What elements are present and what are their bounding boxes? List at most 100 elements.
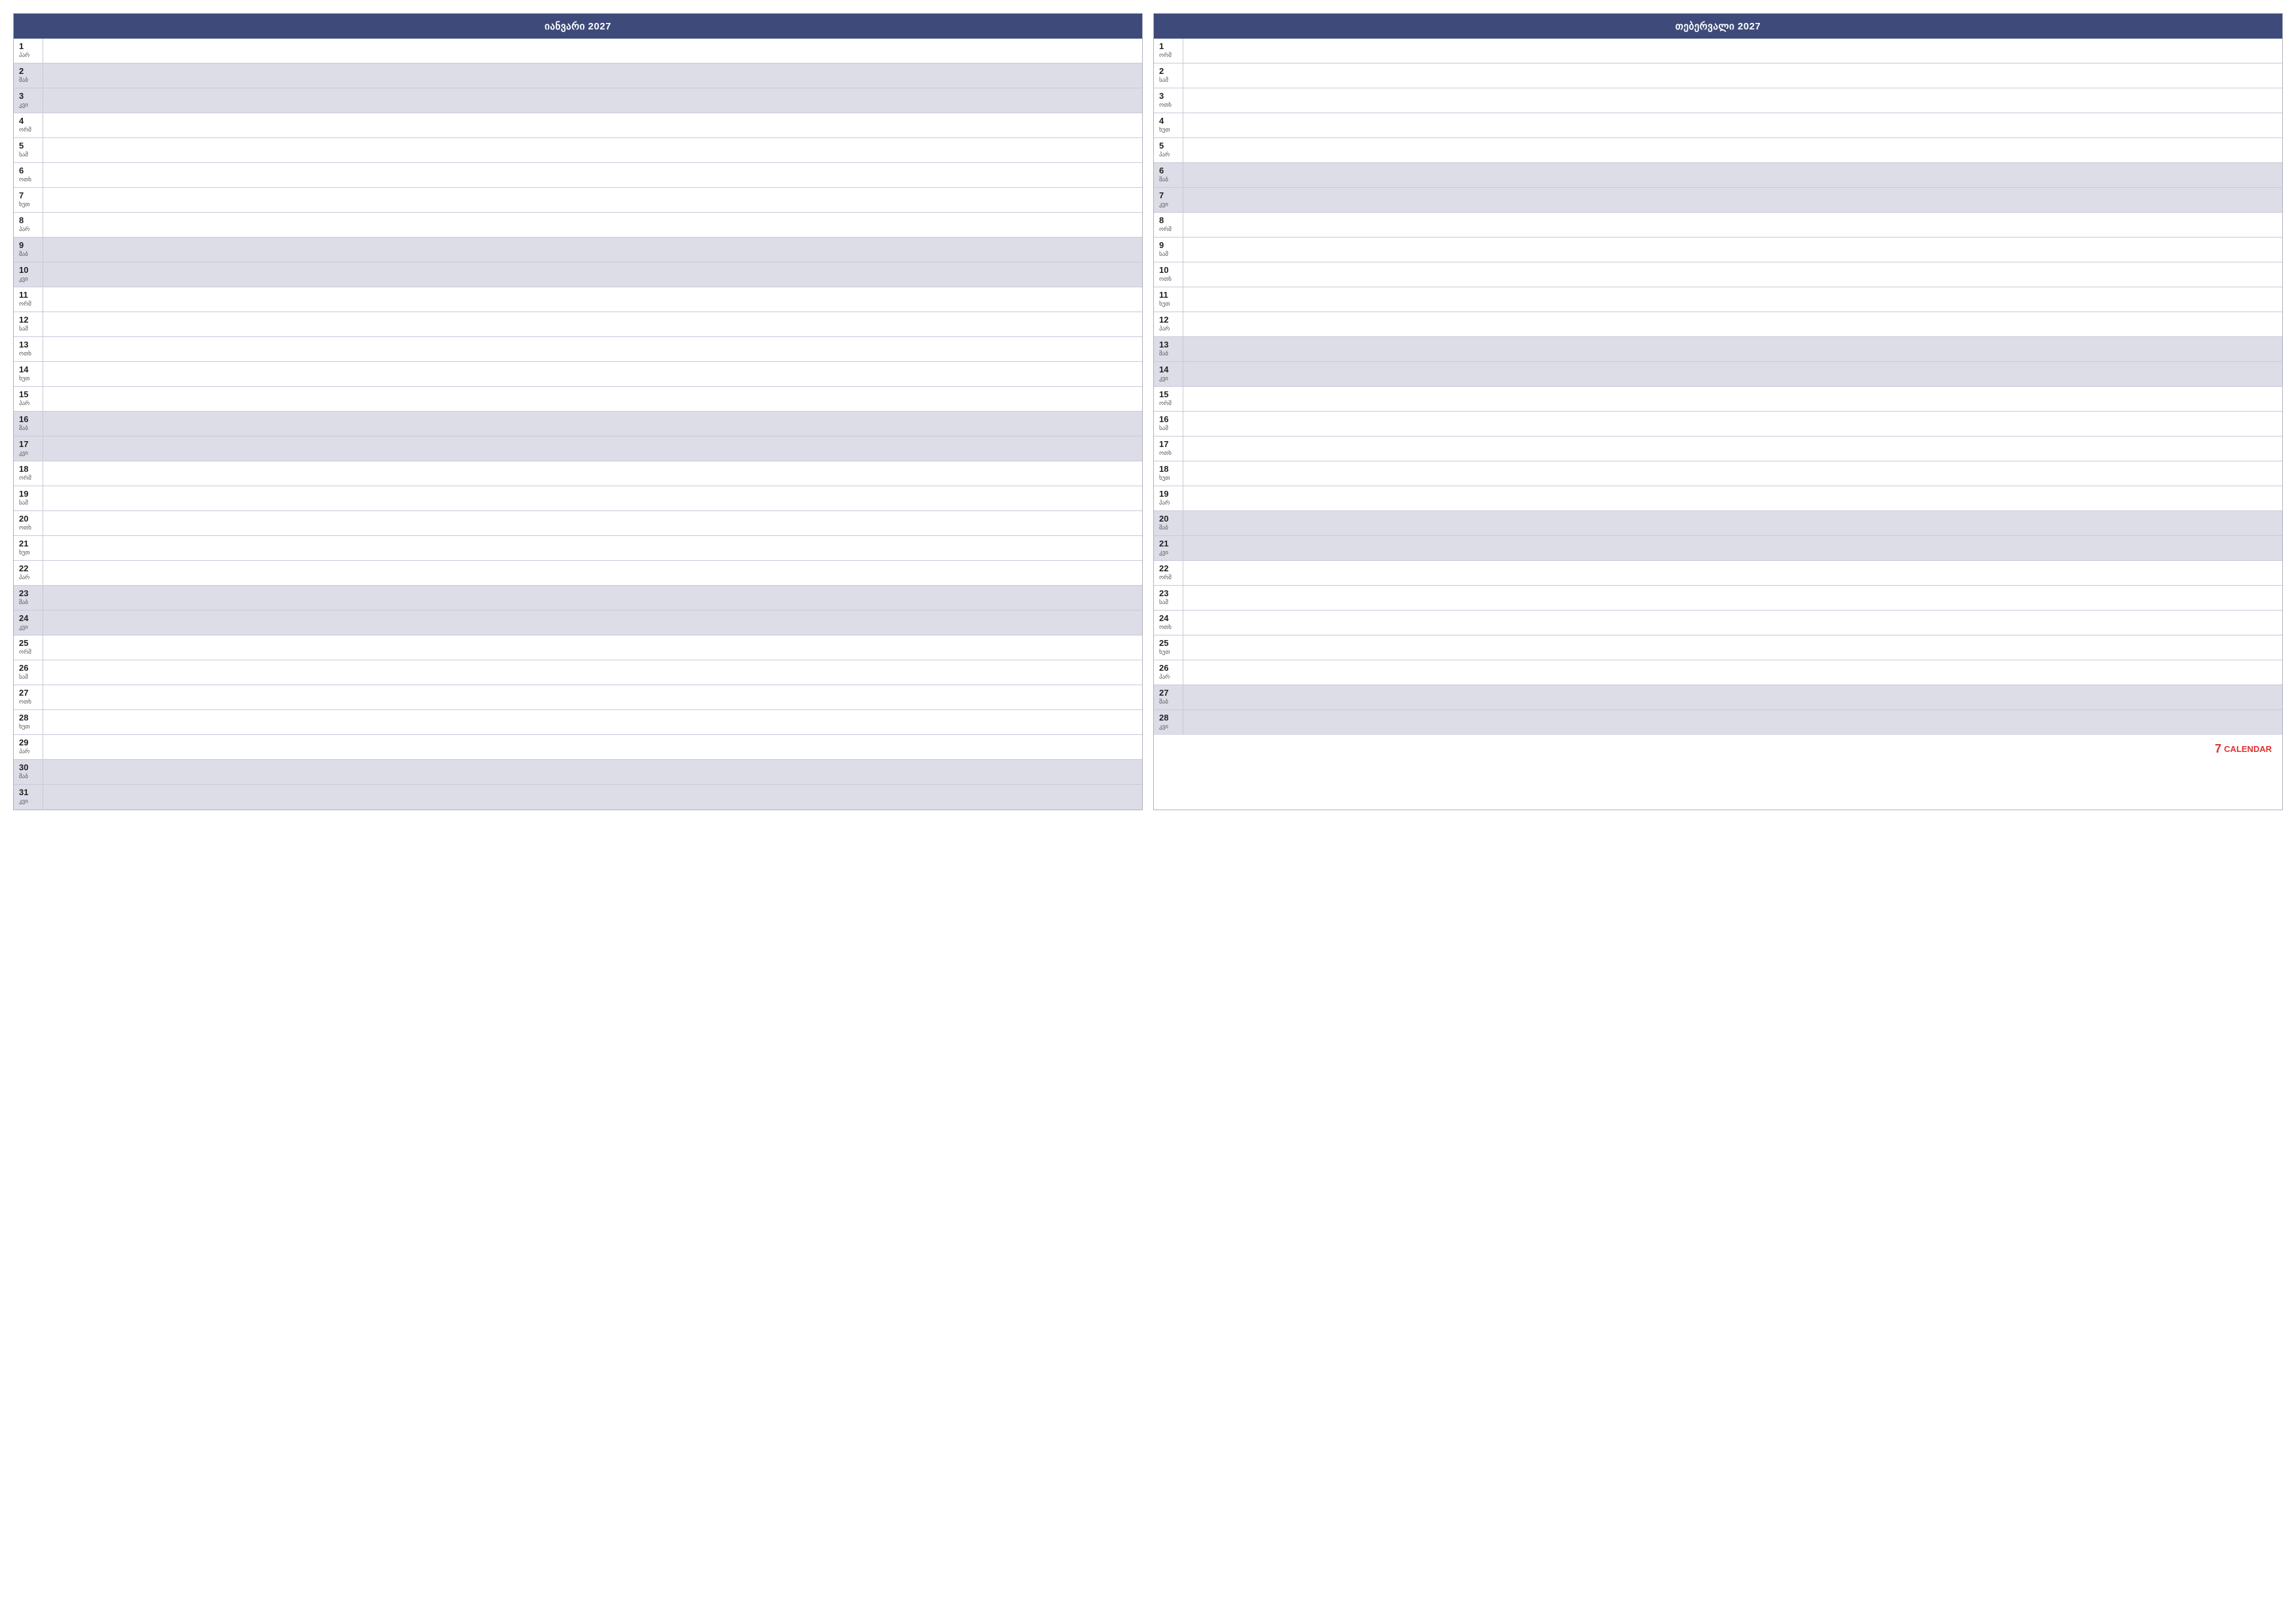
day-name: ხუთ	[1159, 300, 1179, 308]
day-name: ორშ	[19, 126, 39, 134]
day-content	[43, 660, 1142, 685]
day-name: ოთხ	[19, 524, 39, 531]
day-number: 10	[19, 265, 39, 276]
day-number-col: 3 ოთხ	[1154, 88, 1183, 113]
day-content	[1183, 412, 2282, 436]
day-number-col: 21 კვი	[1154, 536, 1183, 560]
day-row: 17 ოთხ	[1154, 437, 2282, 461]
day-name: სამ	[1159, 77, 1179, 84]
january-header: იანვარი 2027	[14, 14, 1142, 39]
day-name: სამ	[19, 151, 39, 158]
day-number: 31	[19, 787, 39, 798]
day-content	[43, 486, 1142, 510]
day-number: 15	[19, 389, 39, 400]
day-content	[43, 710, 1142, 734]
day-number: 7	[19, 190, 39, 201]
day-number-col: 9 შაბ	[14, 238, 43, 262]
day-row: 26 პარ	[1154, 660, 2282, 685]
day-name: პარ	[1159, 151, 1179, 158]
day-row: 8 პარ	[14, 213, 1142, 238]
day-content	[1183, 163, 2282, 187]
day-number: 27	[19, 688, 39, 698]
day-number-col: 2 სამ	[1154, 63, 1183, 88]
day-number: 4	[1159, 116, 1179, 126]
day-content	[43, 437, 1142, 461]
day-row: 28 კვი	[1154, 710, 2282, 735]
day-number-col: 21 ხუთ	[14, 536, 43, 560]
day-number: 22	[19, 563, 39, 574]
day-number: 19	[1159, 489, 1179, 499]
day-row: 14 კვი	[1154, 362, 2282, 387]
day-number: 14	[1159, 365, 1179, 375]
day-content	[1183, 88, 2282, 113]
day-row: 9 სამ	[1154, 238, 2282, 262]
day-name: ოთხ	[19, 350, 39, 357]
day-row: 15 ორშ	[1154, 387, 2282, 412]
day-row: 19 სამ	[14, 486, 1142, 511]
day-number-col: 10 კვი	[14, 262, 43, 287]
day-number: 12	[1159, 315, 1179, 325]
day-number-col: 25 ორშ	[14, 635, 43, 660]
day-content	[1183, 561, 2282, 585]
day-content	[43, 511, 1142, 535]
day-name: ოთხ	[1159, 624, 1179, 631]
day-content	[43, 163, 1142, 187]
day-row: 16 სამ	[1154, 412, 2282, 437]
day-row: 2 შაბ	[14, 63, 1142, 88]
day-number-col: 23 სამ	[1154, 586, 1183, 610]
day-number-col: 5 პარ	[1154, 138, 1183, 162]
day-name: პარ	[19, 748, 39, 755]
day-content	[43, 685, 1142, 709]
day-name: პარ	[19, 226, 39, 233]
day-name: ოთხ	[1159, 450, 1179, 457]
day-number: 21	[1159, 539, 1179, 549]
day-name: ორშ	[1159, 52, 1179, 59]
day-name: შაბ	[19, 773, 39, 780]
day-number: 11	[1159, 290, 1179, 300]
day-number: 20	[19, 514, 39, 524]
day-number-col: 27 შაბ	[1154, 685, 1183, 709]
day-number: 2	[1159, 66, 1179, 77]
day-row: 4 ორშ	[14, 113, 1142, 138]
day-number: 26	[1159, 663, 1179, 673]
day-row: 10 კვი	[14, 262, 1142, 287]
day-name: ხუთ	[19, 723, 39, 730]
day-number: 13	[1159, 340, 1179, 350]
day-row: 12 პარ	[1154, 312, 2282, 337]
february-days: 1 ორშ 2 სამ 3 ოთხ 4 ხუთ 5	[1154, 39, 2282, 735]
day-number: 8	[1159, 215, 1179, 226]
day-number-col: 28 ხუთ	[14, 710, 43, 734]
day-row: 29 პარ	[14, 735, 1142, 760]
day-row: 11 ორშ	[14, 287, 1142, 312]
day-name: პარ	[1159, 499, 1179, 507]
day-number: 6	[19, 166, 39, 176]
day-row: 12 სამ	[14, 312, 1142, 337]
day-number: 18	[1159, 464, 1179, 474]
day-number-col: 1 პარ	[14, 39, 43, 63]
day-number: 17	[1159, 439, 1179, 450]
day-content	[43, 586, 1142, 610]
day-content	[1183, 536, 2282, 560]
day-content	[1183, 710, 2282, 735]
day-number-col: 18 ორშ	[14, 461, 43, 486]
day-content	[43, 785, 1142, 810]
day-name: სამ	[19, 325, 39, 332]
day-row: 16 შაბ	[14, 412, 1142, 437]
day-row: 25 ორშ	[14, 635, 1142, 660]
day-name: კვი	[1159, 201, 1179, 208]
day-name: ხუთ	[1159, 474, 1179, 482]
day-name: კვი	[19, 101, 39, 109]
day-row: 7 ხუთ	[14, 188, 1142, 213]
day-number: 26	[19, 663, 39, 673]
day-name: შაბ	[19, 599, 39, 606]
day-name: შაბ	[19, 77, 39, 84]
day-number: 16	[1159, 414, 1179, 425]
day-number-col: 25 ხუთ	[1154, 635, 1183, 660]
day-name: კვი	[1159, 723, 1179, 730]
day-name: შაბ	[1159, 350, 1179, 357]
day-content	[1183, 362, 2282, 386]
day-row: 13 ოთხ	[14, 337, 1142, 362]
day-number: 25	[1159, 638, 1179, 649]
day-name: ოთხ	[1159, 101, 1179, 109]
day-number-col: 29 პარ	[14, 735, 43, 759]
